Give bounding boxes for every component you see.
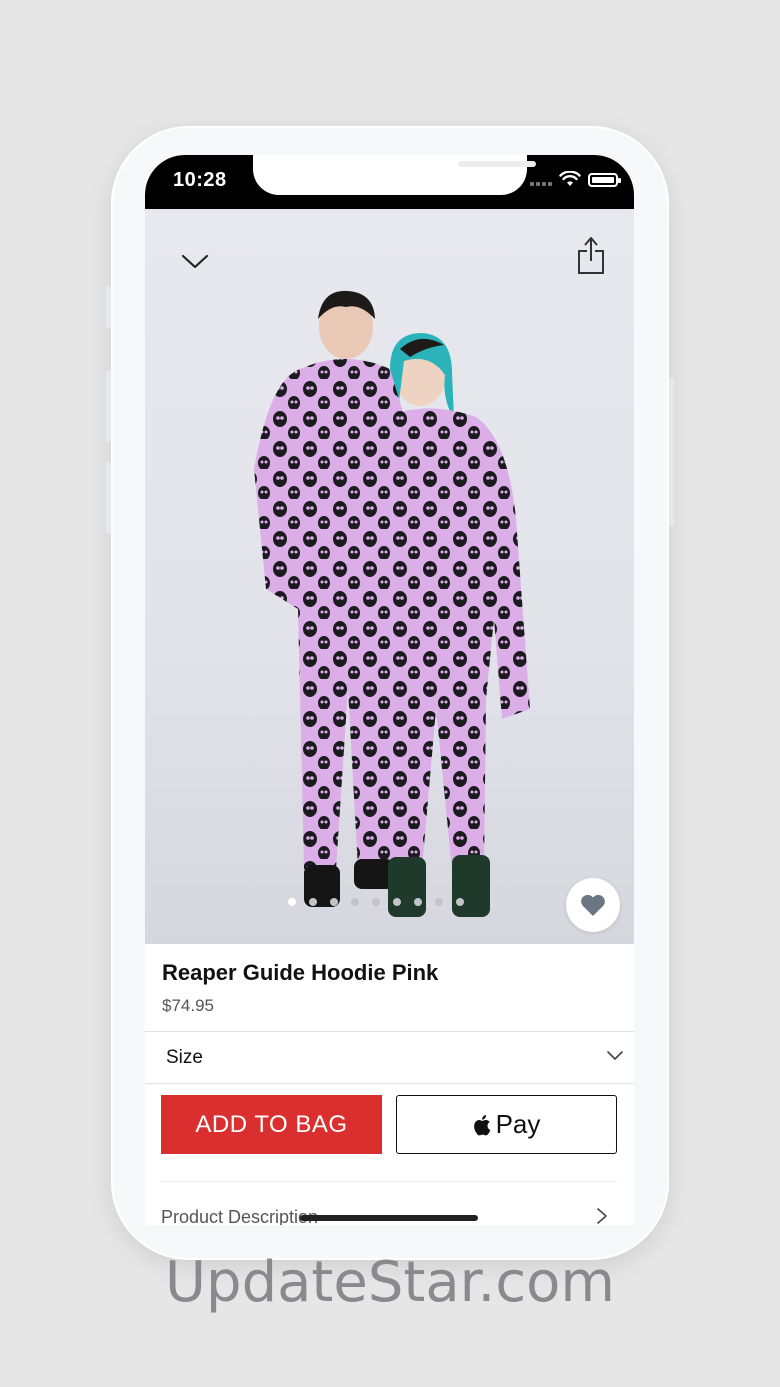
battery-icon bbox=[588, 173, 621, 187]
apple-pay-button[interactable]: Pay bbox=[396, 1095, 617, 1154]
notch bbox=[253, 155, 536, 195]
size-label: Size bbox=[166, 1047, 203, 1068]
product-photo bbox=[254, 290, 530, 917]
product-image-carousel[interactable] bbox=[145, 209, 634, 944]
size-selector[interactable]: Size bbox=[145, 1032, 634, 1083]
product-info: Reaper Guide Hoodie Pink $74.95 Size ADD… bbox=[145, 944, 634, 1225]
product-price: $74.95 bbox=[162, 996, 214, 1015]
speaker bbox=[458, 161, 536, 167]
heart-icon bbox=[581, 894, 605, 916]
app-screen: 10:28 Reaper Guide Hoodie Pink $74.95 Si… bbox=[145, 155, 634, 1225]
carousel-dot[interactable] bbox=[435, 898, 443, 906]
carousel-dot[interactable] bbox=[330, 898, 338, 906]
divider bbox=[145, 1083, 634, 1084]
add-to-bag-button[interactable]: ADD TO BAG bbox=[161, 1095, 382, 1154]
carousel-dot[interactable] bbox=[309, 898, 317, 906]
product-description-label: Product Description bbox=[161, 1207, 319, 1225]
status-time: 10:28 bbox=[173, 169, 227, 191]
chevron-down-icon[interactable] bbox=[179, 249, 211, 273]
carousel-dot[interactable] bbox=[288, 898, 296, 906]
carousel-dot[interactable] bbox=[456, 898, 464, 906]
share-icon[interactable] bbox=[575, 235, 607, 277]
power-button bbox=[669, 378, 674, 526]
carousel-dot[interactable] bbox=[393, 898, 401, 906]
apple-logo-icon bbox=[473, 1114, 490, 1135]
watermark: UpdateStar.com bbox=[165, 1250, 615, 1315]
chevron-right-icon bbox=[597, 1208, 607, 1224]
signal-icon bbox=[530, 182, 552, 186]
carousel-dot[interactable] bbox=[414, 898, 422, 906]
favorite-button[interactable] bbox=[566, 878, 620, 932]
carousel-dot[interactable] bbox=[372, 898, 380, 906]
home-indicator[interactable] bbox=[300, 1215, 478, 1221]
apple-pay-label: Pay bbox=[495, 1109, 541, 1139]
status-bar: 10:28 bbox=[145, 155, 634, 209]
wifi-icon bbox=[559, 171, 581, 186]
divider bbox=[161, 1181, 617, 1182]
chevron-down-icon bbox=[607, 1051, 623, 1060]
product-title: Reaper Guide Hoodie Pink bbox=[162, 960, 439, 985]
carousel-dot[interactable] bbox=[351, 898, 359, 906]
carousel-pagination bbox=[288, 898, 464, 906]
product-description-row[interactable]: Product Description bbox=[145, 1199, 634, 1225]
